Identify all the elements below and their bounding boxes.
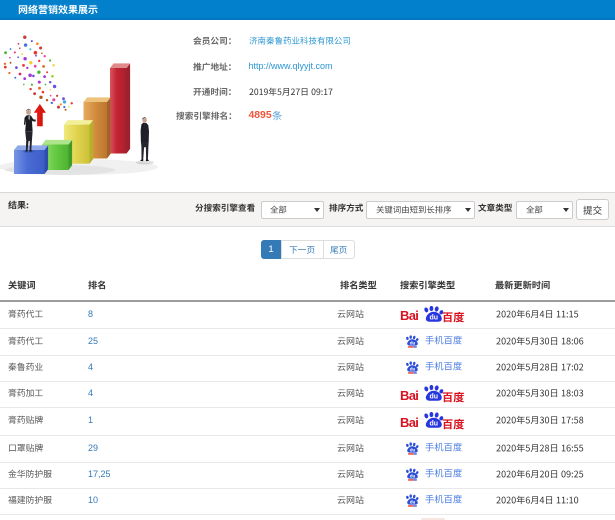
svg-text:du: du <box>410 340 416 345</box>
svg-text:du: du <box>410 474 416 479</box>
svg-text:du: du <box>430 394 439 401</box>
svg-text:du: du <box>410 500 416 505</box>
svg-text:du: du <box>410 367 416 372</box>
svg-text:du: du <box>410 447 416 452</box>
svg-text:du: du <box>430 314 439 321</box>
svg-text:du: du <box>430 421 439 428</box>
